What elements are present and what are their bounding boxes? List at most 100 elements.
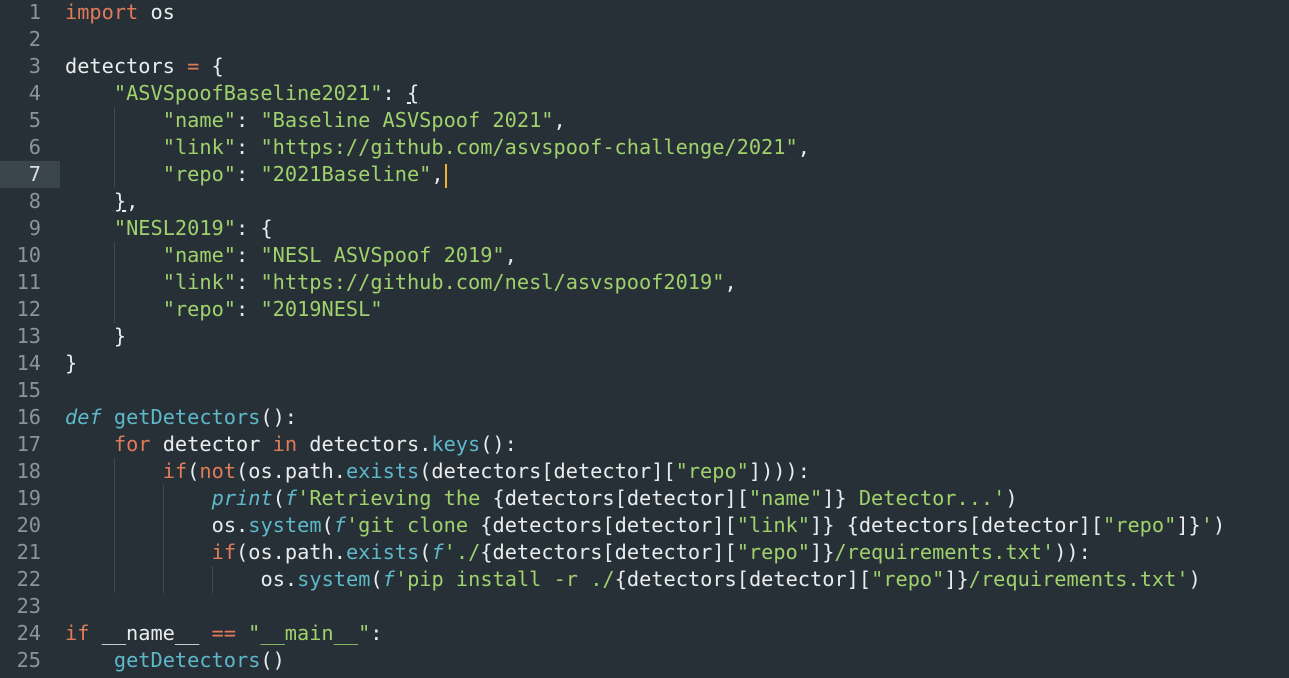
code-token: (os.path. bbox=[236, 540, 346, 564]
code-token: "2021Baseline" bbox=[260, 162, 432, 186]
indent-guide bbox=[113, 107, 115, 134]
indent-guide bbox=[113, 134, 115, 161]
code-token: "name" bbox=[748, 486, 823, 510]
code-token: "__main__" bbox=[248, 621, 371, 645]
line-number: 24 bbox=[16, 621, 41, 645]
code-text: "repo": "2019NESL" bbox=[163, 296, 383, 323]
code-token: (detectors[detector][ bbox=[419, 459, 676, 483]
code-line[interactable]: 19 print(f'Retrieving the {detectors[dete… bbox=[0, 485, 1289, 512]
line-number: 12 bbox=[16, 297, 41, 321]
indent-guide bbox=[113, 161, 115, 188]
code-line[interactable]: 6 "link": "https://github.com/asvspoof-ch… bbox=[0, 134, 1289, 161]
code-line[interactable]: 7 "repo": "2021Baseline", bbox=[0, 161, 1289, 188]
line-number: 4 bbox=[28, 81, 41, 105]
code-line[interactable]: 21 if(os.path.exists(f'./{detectors[detec… bbox=[0, 539, 1289, 566]
code-token: "link" bbox=[162, 270, 237, 294]
indent-guide bbox=[113, 566, 115, 593]
code-line[interactable]: 14} bbox=[0, 350, 1289, 377]
code-token: /requirements.txt' bbox=[968, 567, 1189, 591]
code-line[interactable]: 4 "ASVSpoofBaseline2021": { bbox=[0, 80, 1289, 107]
code-token: )) bbox=[1054, 540, 1079, 564]
code-token: (): bbox=[260, 405, 298, 429]
line-number: 10 bbox=[16, 243, 41, 267]
code-token: ]} {detectors[detector][ bbox=[809, 513, 1104, 537]
code-line[interactable]: 25 getDetectors() bbox=[0, 647, 1289, 674]
code-token: } bbox=[113, 189, 127, 213]
code-line[interactable]: 2 bbox=[0, 26, 1289, 53]
code-token: : bbox=[236, 108, 261, 132]
code-token: = bbox=[187, 54, 200, 78]
indent-guide bbox=[113, 512, 115, 539]
code-line[interactable]: 15 bbox=[0, 377, 1289, 404]
code-token: def bbox=[65, 405, 102, 429]
code-token: "repo" bbox=[1103, 513, 1177, 537]
code-line[interactable]: 17 for detector in detectors.keys(): bbox=[0, 431, 1289, 458]
code-token: /requirements.txt' bbox=[834, 540, 1055, 564]
code-token: } bbox=[65, 351, 78, 375]
code-line[interactable]: 9 "NESL2019": { bbox=[0, 215, 1289, 242]
indent-guide bbox=[211, 566, 213, 593]
code-line[interactable]: 3 detectors = { bbox=[0, 53, 1289, 80]
code-line[interactable]: 5 "name": "Baseline ASVSpoof 2021", bbox=[0, 107, 1289, 134]
code-line[interactable]: 20 os.system(f'git clone {detectors[detec… bbox=[0, 512, 1289, 539]
code-token: f bbox=[382, 567, 395, 591]
code-token: f bbox=[284, 486, 298, 510]
indent-guide bbox=[162, 485, 164, 512]
code-line[interactable]: 11 "link": "https://github.com/nesl/asvsp… bbox=[0, 269, 1289, 296]
code-token: "https://github.com/asvspoof-challenge/2… bbox=[260, 135, 798, 159]
text-cursor bbox=[444, 163, 447, 188]
line-number: 25 bbox=[16, 648, 41, 672]
code-token: f bbox=[333, 513, 346, 537]
code-line[interactable]: 23 bbox=[0, 593, 1289, 620]
code-text: detectors = { bbox=[65, 53, 224, 80]
code-line[interactable]: 1 import os bbox=[0, 0, 1289, 26]
code-token: : bbox=[370, 621, 383, 645]
line-number: 1 bbox=[28, 0, 41, 24]
code-token: } bbox=[113, 324, 127, 348]
indent-guide bbox=[113, 485, 115, 512]
code-line[interactable]: 18 if(not(os.path.exists(detectors[detect… bbox=[0, 458, 1289, 485]
code-token: : bbox=[236, 297, 261, 321]
code-token: {detectors[detector][ bbox=[480, 513, 737, 537]
code-token: detectors bbox=[65, 54, 188, 78]
code-token: if bbox=[65, 621, 90, 645]
line-number: 23 bbox=[16, 594, 41, 618]
code-token: system bbox=[248, 513, 322, 537]
code-line[interactable]: 13} bbox=[0, 323, 1289, 350]
code-line[interactable]: 22 os.system(f'pip install -r ./{detector… bbox=[0, 566, 1289, 593]
code-token: system bbox=[297, 567, 371, 591]
code-token: ( bbox=[370, 567, 383, 591]
line-number: 19 bbox=[16, 486, 41, 510]
code-token: "2019NESL" bbox=[260, 297, 383, 321]
code-editor[interactable]: 1 import os 2 3 detectors = {4 "ASVSpoofBasel… bbox=[0, 0, 1289, 678]
code-token: keys bbox=[431, 432, 481, 456]
code-token: : bbox=[1078, 540, 1091, 564]
code-token: () bbox=[260, 648, 285, 672]
code-token: "link" bbox=[736, 513, 810, 537]
code-token: "NESL ASVSpoof 2019" bbox=[260, 243, 505, 267]
code-line[interactable]: 10 "name": "NESL ASVSpoof 2019", bbox=[0, 242, 1289, 269]
code-line[interactable]: 12 "repo": "2019NESL" bbox=[0, 296, 1289, 323]
code-token: , bbox=[553, 108, 566, 132]
line-number: 5 bbox=[28, 108, 41, 132]
indent-guide bbox=[113, 296, 115, 323]
code-token: exists bbox=[345, 540, 420, 564]
line-number: 20 bbox=[16, 513, 41, 537]
code-token: for bbox=[113, 432, 151, 456]
code-token: : bbox=[236, 135, 261, 159]
code-text: if __name__ == "__main__": bbox=[65, 620, 383, 647]
code-token: "repo" bbox=[162, 162, 237, 186]
code-line[interactable]: 24 if __name__ == "__main__": bbox=[0, 620, 1289, 647]
code-line[interactable]: 8}, bbox=[0, 188, 1289, 215]
code-token: : bbox=[236, 243, 261, 267]
code-token: not bbox=[199, 459, 237, 483]
code-token: ) bbox=[1005, 486, 1018, 510]
line-number: 2 bbox=[28, 27, 41, 51]
code-line[interactable]: 16 def getDetectors(): bbox=[0, 404, 1289, 431]
code-text: for detector in detectors.keys(): bbox=[114, 431, 517, 458]
code-text: if(not(os.path.exists(detectors[detector… bbox=[163, 458, 810, 485]
indent-guide bbox=[113, 269, 115, 296]
code-token: "repo" bbox=[675, 459, 749, 483]
